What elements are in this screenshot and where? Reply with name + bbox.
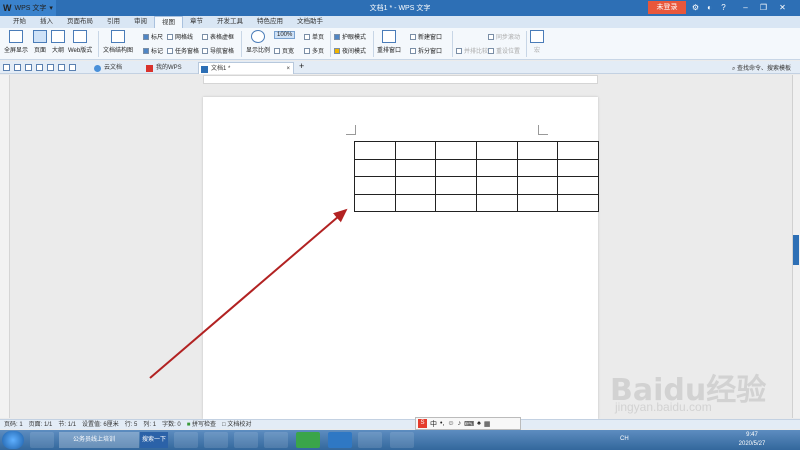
language-indicator[interactable]: CH — [620, 436, 629, 442]
doc-check-button[interactable]: □ 文档校对 — [222, 420, 251, 429]
taskbar-wps-writer-icon[interactable] — [328, 432, 352, 448]
taskbar-browser-window[interactable]: 公务员线上培训 — [59, 432, 139, 448]
taskbar-chrome-icon[interactable] — [204, 432, 228, 448]
microphone-icon[interactable]: ♪ — [458, 420, 462, 427]
keyboard-icon[interactable]: ⌨ — [464, 420, 474, 428]
status-bar: 页码: 1 页面: 1/1 节: 1/1 设置值: 6厘米 行: 5 列: 1 … — [0, 419, 800, 429]
sogou-icon: S — [418, 419, 427, 428]
skin-icon[interactable]: ♠ — [477, 420, 481, 427]
taskbar-windows-icon[interactable] — [30, 432, 54, 448]
status-row: 行: 5 — [124, 422, 138, 428]
status-settings: 设置值: 6厘米 — [82, 422, 119, 428]
status-page-number: 页码: 1 — [4, 422, 23, 428]
taskbar-app-icon[interactable] — [174, 432, 198, 448]
taskbar-folder-icon[interactable] — [264, 432, 288, 448]
spell-check-button[interactable]: ■ 拼写检查 — [187, 420, 216, 429]
taskbar-wps-sheet-icon[interactable] — [296, 432, 320, 448]
status-words[interactable]: 字数: 0 — [162, 420, 181, 429]
taskbar-search-button[interactable]: 搜索一下 — [140, 432, 168, 448]
emoji-icon[interactable]: ☺ — [447, 420, 454, 427]
status-pages: 页面: 1/1 — [28, 422, 53, 428]
taskbar-clock[interactable]: 9:47 2020/5/27 — [734, 431, 770, 449]
taskbar-360-icon[interactable] — [234, 432, 258, 448]
watermark-url: jingyan.baidu.com — [615, 400, 712, 414]
ime-toolbar[interactable]: S 中 •, ☺ ♪ ⌨ ♠ ▦ — [415, 417, 521, 430]
status-col: 列: 1 — [143, 422, 157, 428]
ime-mode[interactable]: 中 — [430, 419, 437, 429]
toolbox-icon[interactable]: ▦ — [484, 420, 491, 428]
punctuation-icon[interactable]: •, — [440, 420, 444, 427]
status-section: 节: 1/1 — [58, 422, 77, 428]
taskbar-app-icon[interactable] — [390, 432, 414, 448]
taskbar-app-icon[interactable] — [358, 432, 382, 448]
start-button[interactable] — [2, 431, 24, 449]
